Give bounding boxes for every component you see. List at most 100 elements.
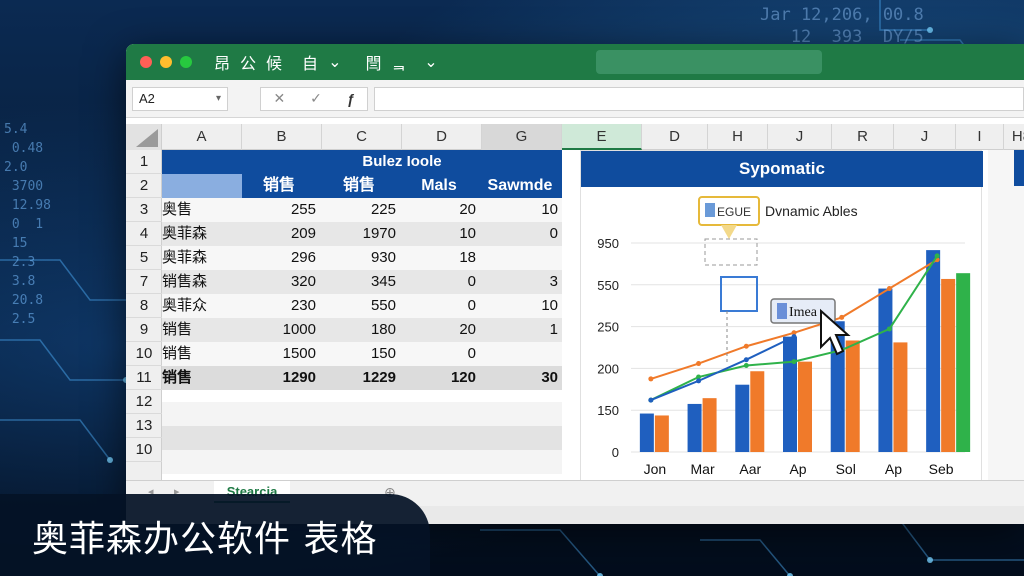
toolbar-icon-1[interactable]: 昂 (214, 50, 230, 74)
column-header[interactable]: B (242, 124, 322, 150)
row-header[interactable]: 13 (126, 414, 162, 438)
table-cell[interactable]: 20 (402, 318, 482, 342)
table-cell[interactable]: 1290 (242, 366, 322, 390)
table-cell[interactable]: 销售森 (162, 270, 242, 294)
table-cell[interactable] (482, 246, 562, 270)
table-cell[interactable]: 奥菲森 (162, 222, 242, 246)
table-cell[interactable]: 1229 (322, 366, 402, 390)
table-row: 销售 1000 180 20 1 (162, 318, 562, 342)
row-header[interactable]: 8 (126, 294, 162, 318)
select-all-corner[interactable] (126, 124, 162, 150)
table-cell[interactable]: 1970 (322, 222, 402, 246)
empty-row[interactable] (162, 402, 562, 426)
toolbar-icon-3[interactable]: 候 (266, 50, 282, 74)
column-header[interactable]: R (832, 124, 894, 150)
table-cell[interactable]: 255 (242, 198, 322, 222)
table-cell[interactable]: 0 (402, 342, 482, 366)
table-row: 奥菲森 209 1970 10 0 (162, 222, 562, 246)
table-cell[interactable]: 3 (482, 270, 562, 294)
table-cell[interactable]: 奥菲众 (162, 294, 242, 318)
table-cell[interactable]: 0 (402, 270, 482, 294)
table-cell[interactable]: 销售 (162, 366, 242, 390)
header-cell-4[interactable]: Sawmde (482, 174, 562, 198)
column-header[interactable]: D (402, 124, 482, 150)
chart-panel[interactable]: Sypomatic 0 150 200 250 550 950 Jon Mar Aar Ap Sol… (580, 150, 983, 491)
chevron-down-icon[interactable]: ▾ (216, 93, 221, 104)
formula-input[interactable] (374, 86, 1024, 111)
column-header[interactable]: J (894, 124, 956, 150)
cancel-icon[interactable]: ✕ (273, 90, 285, 107)
header-cell-2[interactable]: 销售 (322, 174, 402, 198)
empty-row[interactable] (162, 426, 562, 450)
table-cell[interactable]: 230 (242, 294, 322, 318)
header-cell-0[interactable] (162, 174, 242, 198)
row-header[interactable]: 4 (126, 222, 162, 246)
table-cell[interactable]: 296 (242, 246, 322, 270)
table-cell[interactable]: 18 (402, 246, 482, 270)
table-cell[interactable]: 320 (242, 270, 322, 294)
row-header[interactable]: 1 (126, 150, 162, 174)
row-header[interactable]: 12 (126, 390, 162, 414)
toolbar-icon-4[interactable]: 自 (302, 50, 318, 74)
toolbar-icon-2[interactable]: 公 (240, 50, 256, 74)
column-header[interactable]: D (642, 124, 708, 150)
toolbar-chevron-icon-2[interactable]: ⌄ (424, 52, 437, 72)
table-cell[interactable]: 550 (322, 294, 402, 318)
row-header[interactable]: 10 (126, 342, 162, 366)
header-cell-1[interactable]: 销售 (242, 174, 322, 198)
table-cell[interactable]: 1 (482, 318, 562, 342)
row-header[interactable]: 11 (126, 366, 162, 390)
toolbar-icon-6[interactable]: ᆿ (391, 50, 406, 74)
row-header[interactable]: 2 (126, 174, 162, 198)
table-cell[interactable]: 345 (322, 270, 402, 294)
table-cell[interactable]: 225 (322, 198, 402, 222)
table-cell[interactable]: 150 (322, 342, 402, 366)
minimize-window-button[interactable] (160, 56, 172, 68)
legend-swatch (705, 203, 715, 217)
name-box[interactable]: A2 ▾ (132, 86, 228, 111)
toolbar-icons: 昂 公 候 自 ⌄ 閆 ᆿ ⌄ (214, 50, 438, 74)
table-cell[interactable]: 奥菲森 (162, 246, 242, 270)
row-header[interactable]: 3 (126, 198, 162, 222)
function-icon[interactable]: ƒ (347, 91, 355, 107)
table-cell[interactable]: 930 (322, 246, 402, 270)
table-cell[interactable]: 0 (482, 222, 562, 246)
column-header[interactable]: E (562, 124, 642, 150)
table-cell[interactable]: 10 (482, 294, 562, 318)
column-header[interactable]: H (708, 124, 768, 150)
table-cell[interactable]: 209 (242, 222, 322, 246)
column-header[interactable]: G (482, 124, 562, 150)
column-header[interactable]: H8 (1004, 124, 1024, 150)
table-cell[interactable]: 120 (402, 366, 482, 390)
column-header[interactable]: C (322, 124, 402, 150)
table-cell[interactable]: 180 (322, 318, 402, 342)
column-header[interactable]: I (956, 124, 1004, 150)
table-cell[interactable]: 10 (482, 198, 562, 222)
table-cell[interactable]: 20 (402, 198, 482, 222)
row-header[interactable]: 9 (126, 318, 162, 342)
chart-svg[interactable]: 0 150 200 250 550 950 Jon Mar Aar Ap Sol Ap Seb EGUE D… (581, 187, 983, 491)
table-cell[interactable]: 销售 (162, 342, 242, 366)
close-window-button[interactable] (140, 56, 152, 68)
row-header[interactable]: 10 (126, 438, 162, 462)
table-cell[interactable]: 奥售 (162, 198, 242, 222)
maximize-window-button[interactable] (180, 56, 192, 68)
table-cell[interactable] (482, 342, 562, 366)
empty-row[interactable] (162, 450, 562, 474)
table-cell[interactable]: 销售 (162, 318, 242, 342)
table-cell[interactable]: 0 (402, 294, 482, 318)
table-cell[interactable]: 1500 (242, 342, 322, 366)
title-search-box[interactable] (596, 50, 822, 74)
table-cell[interactable]: 1000 (242, 318, 322, 342)
row-header[interactable]: 7 (126, 270, 162, 294)
confirm-icon[interactable]: ✓ (310, 90, 322, 107)
row-header[interactable]: 5 (126, 246, 162, 270)
toolbar-chevron-icon[interactable]: ⌄ (328, 52, 341, 72)
table-cell[interactable]: 30 (482, 366, 562, 390)
header-cell-3[interactable]: Mals (402, 174, 482, 198)
chart-point (791, 359, 797, 365)
column-header[interactable]: A (162, 124, 242, 150)
column-header[interactable]: J (768, 124, 832, 150)
table-cell[interactable]: 10 (402, 222, 482, 246)
toolbar-icon-5[interactable]: 閆 (365, 50, 381, 74)
